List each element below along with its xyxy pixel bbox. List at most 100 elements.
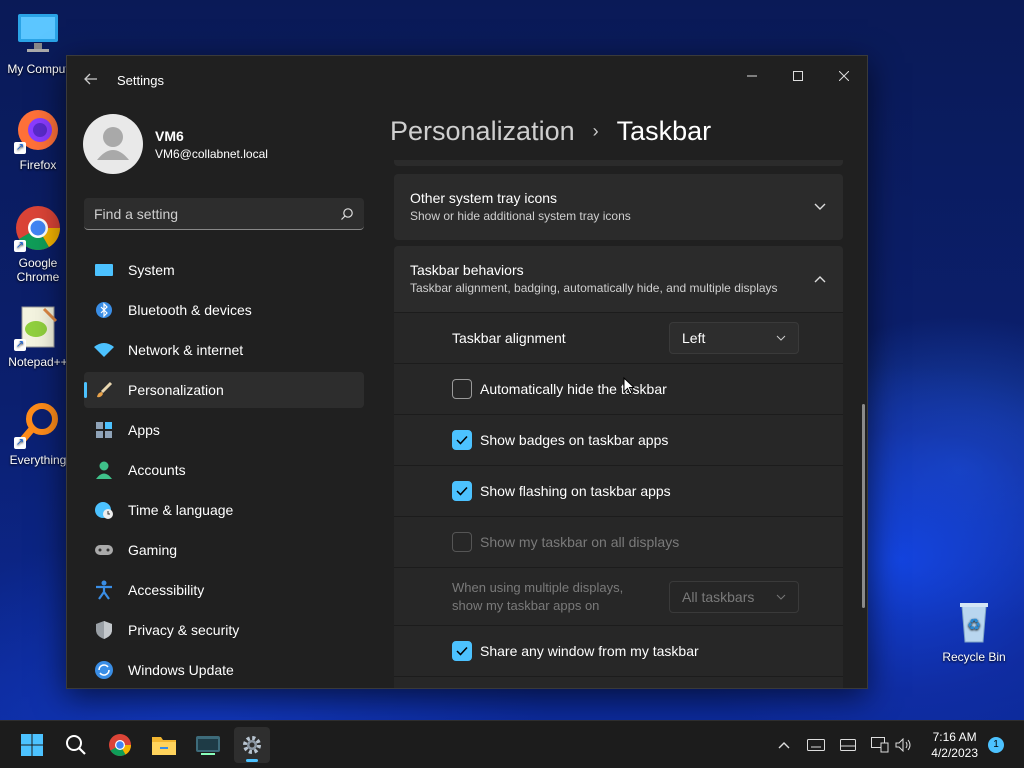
clock-globe-icon bbox=[94, 500, 114, 520]
title-bar: Settings bbox=[67, 56, 867, 104]
apps-icon bbox=[94, 420, 114, 440]
sidebar-item-bluetooth[interactable]: Bluetooth & devices bbox=[84, 292, 364, 328]
all-displays-row: Show my taskbar on all displays bbox=[394, 516, 843, 567]
bluetooth-icon bbox=[94, 300, 114, 320]
monitor-icon bbox=[14, 10, 62, 58]
multi-display-label-line2: show my taskbar apps on bbox=[452, 597, 600, 613]
sidebar-nav: System Bluetooth & devices Network & int… bbox=[84, 252, 364, 688]
taskbar-chrome-button[interactable] bbox=[102, 727, 138, 763]
desktop-icon-everything[interactable]: ↗ Everything bbox=[0, 401, 76, 467]
taskbar-behaviors-header[interactable]: Taskbar behaviors Taskbar alignment, bad… bbox=[394, 246, 843, 312]
system-icon bbox=[94, 260, 114, 280]
desktop-icon-my-computer[interactable]: My Comput bbox=[0, 10, 76, 76]
share-window-checkbox[interactable] bbox=[452, 641, 472, 661]
other-tray-icons-card[interactable]: Other system tray icons Show or hide add… bbox=[394, 174, 843, 240]
settings-window: Settings VM6 VM6@collabnet.local System bbox=[66, 55, 868, 689]
notification-badge[interactable]: 1 bbox=[988, 737, 1004, 753]
chevron-down-icon bbox=[776, 594, 786, 600]
terminal-icon bbox=[196, 736, 220, 755]
mouse-cursor-icon bbox=[623, 377, 635, 395]
sidebar-item-windows-update[interactable]: Windows Update bbox=[84, 652, 364, 688]
sidebar-item-accessibility[interactable]: Accessibility bbox=[84, 572, 364, 608]
desktop-icon-notepadpp[interactable]: ↗ Notepad++ bbox=[0, 303, 76, 369]
all-displays-label: Show my taskbar on all displays bbox=[480, 534, 680, 550]
flashing-checkbox[interactable] bbox=[452, 481, 472, 501]
flashing-label: Show flashing on taskbar apps bbox=[480, 483, 671, 499]
search-icon bbox=[66, 735, 86, 755]
search-box[interactable] bbox=[84, 198, 364, 230]
update-icon bbox=[94, 660, 114, 680]
search-magnifier-icon: ↗ bbox=[14, 401, 62, 449]
search-icon[interactable] bbox=[340, 207, 354, 221]
alignment-label: Taskbar alignment bbox=[452, 330, 566, 346]
clock-time: 7:16 AM bbox=[932, 730, 977, 744]
sidebar-item-privacy[interactable]: Privacy & security bbox=[84, 612, 364, 648]
multi-display-value: All taskbars bbox=[682, 588, 755, 605]
chevron-down-icon[interactable] bbox=[813, 200, 827, 214]
share-window-label: Share any window from my taskbar bbox=[480, 643, 699, 659]
breadcrumb-parent[interactable]: Personalization bbox=[390, 116, 575, 147]
card-title: Other system tray icons bbox=[410, 190, 558, 206]
desktop-icon-chrome[interactable]: ↗ Google Chrome bbox=[0, 204, 76, 284]
taskbar-behaviors-card: Taskbar behaviors Taskbar alignment, bad… bbox=[394, 246, 843, 688]
recycle-bin-icon: ♻ bbox=[950, 598, 998, 646]
svg-text:♻: ♻ bbox=[967, 617, 981, 634]
back-arrow-icon bbox=[84, 73, 97, 85]
badges-checkbox[interactable] bbox=[452, 430, 472, 450]
network-icon[interactable] bbox=[870, 735, 890, 755]
sidebar-item-gaming[interactable]: Gaming bbox=[84, 532, 364, 568]
sidebar-item-personalization[interactable]: Personalization bbox=[84, 372, 364, 408]
maximize-icon bbox=[793, 71, 803, 81]
card-title: Taskbar behaviors bbox=[410, 262, 524, 278]
taskbar-terminal-button[interactable] bbox=[190, 727, 226, 763]
notepadpp-icon: ↗ bbox=[14, 303, 62, 351]
row-spacer bbox=[394, 676, 843, 688]
sidebar-item-network[interactable]: Network & internet bbox=[84, 332, 364, 368]
display-icon[interactable] bbox=[838, 735, 858, 755]
alignment-dropdown[interactable]: Left bbox=[669, 322, 799, 354]
auto-hide-checkbox[interactable] bbox=[452, 379, 472, 399]
wifi-icon bbox=[94, 340, 114, 360]
chrome-icon: ↗ bbox=[14, 204, 62, 252]
sidebar-item-time-language[interactable]: Time & language bbox=[84, 492, 364, 528]
chevron-down-icon bbox=[776, 335, 786, 341]
minimize-icon bbox=[747, 75, 757, 77]
sidebar-item-system[interactable]: System bbox=[84, 252, 364, 288]
sidebar-item-accounts[interactable]: Accounts bbox=[84, 452, 364, 488]
close-button[interactable] bbox=[821, 60, 867, 92]
window-title: Settings bbox=[117, 73, 164, 88]
desktop-icon-firefox[interactable]: ↗ Firefox bbox=[0, 106, 76, 172]
maximize-button[interactable] bbox=[775, 60, 821, 92]
auto-hide-row: Automatically hide the taskbar bbox=[394, 363, 843, 414]
accounts-icon bbox=[94, 460, 114, 480]
taskbar-settings-button[interactable] bbox=[234, 727, 270, 763]
back-button[interactable] bbox=[79, 68, 103, 92]
clock-date: 4/2/2023 bbox=[931, 746, 978, 760]
share-window-row: Share any window from my taskbar bbox=[394, 625, 843, 676]
tray-overflow-chevron-icon[interactable] bbox=[774, 735, 794, 755]
profile-name: VM6 bbox=[155, 127, 184, 144]
badges-row: Show badges on taskbar apps bbox=[394, 414, 843, 465]
avatar bbox=[83, 114, 143, 174]
keyboard-icon[interactable] bbox=[806, 735, 826, 755]
taskbar-alignment-row: Taskbar alignment Left bbox=[394, 312, 843, 363]
user-profile[interactable]: VM6 VM6@collabnet.local bbox=[83, 112, 268, 176]
start-button[interactable] bbox=[14, 727, 50, 763]
page-title: Taskbar bbox=[616, 116, 712, 146]
checkmark-icon bbox=[456, 486, 468, 496]
start-icon bbox=[21, 734, 43, 756]
sidebar-item-apps[interactable]: Apps bbox=[84, 412, 364, 448]
card-subtitle: Show or hide additional system tray icon… bbox=[410, 209, 631, 223]
taskbar-file-explorer-button[interactable] bbox=[146, 727, 182, 763]
profile-email: VM6@collabnet.local bbox=[155, 146, 268, 161]
chevron-up-icon[interactable] bbox=[813, 272, 827, 286]
desktop-icon-recycle-bin[interactable]: ♻ Recycle Bin bbox=[936, 598, 1012, 664]
search-input[interactable] bbox=[94, 205, 340, 222]
previous-card-edge bbox=[394, 160, 843, 166]
flashing-row: Show flashing on taskbar apps bbox=[394, 465, 843, 516]
scrollbar-thumb[interactable] bbox=[862, 404, 865, 608]
taskbar-search-button[interactable] bbox=[58, 727, 94, 763]
volume-icon[interactable] bbox=[894, 735, 914, 755]
minimize-button[interactable] bbox=[729, 60, 775, 92]
clock[interactable]: 7:16 AM 4/2/2023 bbox=[931, 729, 978, 761]
